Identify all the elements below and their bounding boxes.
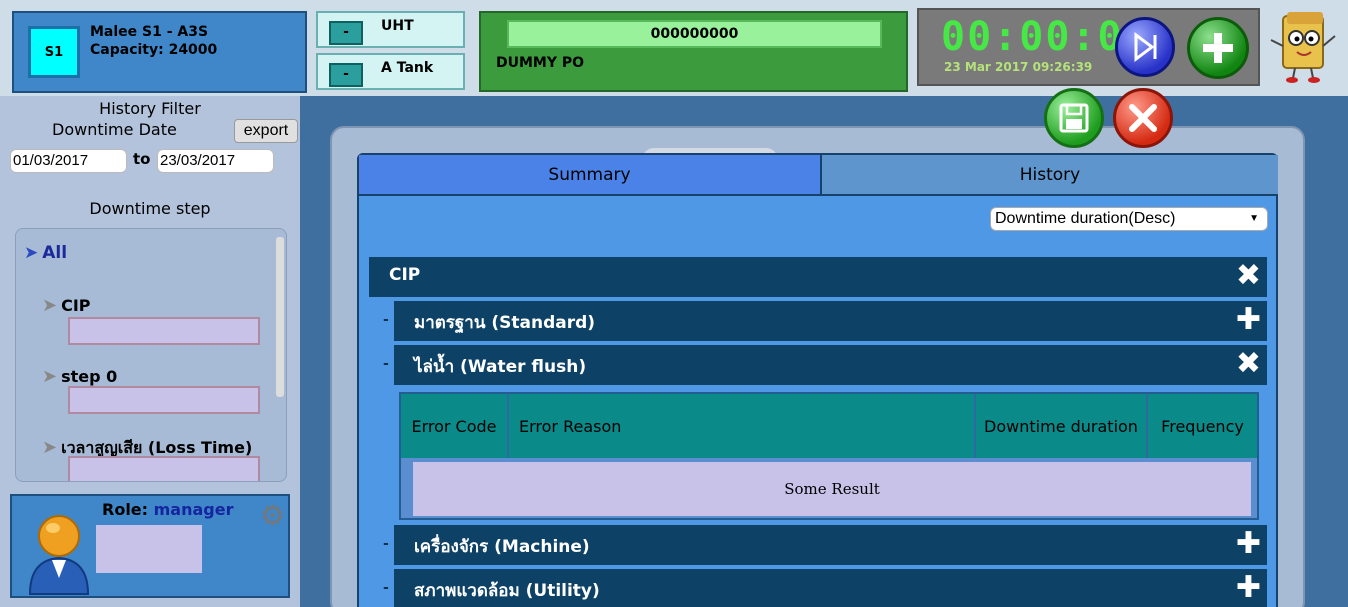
po-label: DUMMY PO <box>496 55 585 71</box>
step-item-all[interactable]: ➤ All <box>24 243 67 263</box>
step-label: เวลาสูญเสีย (Loss Time) <box>61 438 253 457</box>
tree-dash: - <box>383 312 389 328</box>
subgroup-title: มาตรฐาน (Standard) <box>414 313 596 333</box>
col-error-reason: Error Reason <box>509 394 976 458</box>
subgroup-title: ไล่น้ำ (Water flush) <box>414 357 587 377</box>
step-progress-bar <box>68 456 260 481</box>
product-box-uht: - UHT <box>316 11 465 48</box>
step-label: All <box>42 243 68 263</box>
save-button[interactable] <box>1044 88 1104 148</box>
expand-plus-icon[interactable]: ✚ <box>1236 529 1261 559</box>
floppy-disk-icon <box>1059 103 1089 133</box>
sort-select[interactable]: Downtime duration(Desc) ▼ <box>990 207 1268 231</box>
gear-icon[interactable]: ⚙ <box>260 499 285 532</box>
cancel-button[interactable] <box>1113 88 1173 148</box>
sort-select-value: Downtime duration(Desc) <box>995 210 1176 227</box>
date-from-input[interactable]: 01/03/2017 <box>10 149 127 173</box>
group-header-cip[interactable]: CIP ✖ <box>369 257 1267 297</box>
downtime-step-list: ➤ All ➤ CIP ➤ step 0 ➤ เวลาสูญเสีย (Loss Tim… <box>15 228 287 482</box>
add-button[interactable] <box>1187 17 1249 79</box>
tab-summary[interactable]: Summary <box>359 155 820 196</box>
mascot-logo <box>1270 12 1336 83</box>
remove-tank-button[interactable]: - <box>329 63 363 87</box>
remove-product-button[interactable]: - <box>329 21 363 45</box>
subgroup-standard[interactable]: มาตรฐาน (Standard) ✚ <box>394 301 1267 341</box>
role-label: Role: manager <box>102 500 233 519</box>
plus-icon <box>1203 33 1233 63</box>
chevron-right-icon: ➤ <box>24 243 39 263</box>
machine-capacity: Capacity: 24000 <box>90 42 218 58</box>
subgroup-water-flush[interactable]: ไล่น้ำ (Water flush) ✖ <box>394 345 1267 385</box>
tree-dash: - <box>383 356 389 372</box>
line-badge: S1 <box>28 26 80 78</box>
user-role-panel: Role: manager ⚙ <box>10 494 290 598</box>
chevron-right-icon: ➤ <box>42 366 58 387</box>
collapse-x-icon[interactable]: ✖ <box>1236 349 1261 379</box>
product-box-tank: - A Tank <box>316 53 465 90</box>
date-to-label: to <box>133 150 151 168</box>
main-area: Summary History Downtime duration(Desc) … <box>300 88 1348 607</box>
step-progress-bar <box>68 317 260 345</box>
sidebar: History Filter Downtime Date export 01/0… <box>0 96 300 607</box>
subgroup-utility[interactable]: สภาพแวดล้อม (Utility) ✚ <box>394 569 1267 607</box>
machine-name: Malee S1 - A3S <box>90 24 209 40</box>
user-avatar-icon <box>28 515 90 595</box>
clock-panel: 00:00:08 23 Mar 2017 09:26:39 <box>917 8 1260 86</box>
downtime-date-title: Downtime Date <box>52 120 177 139</box>
tree-dash: - <box>383 580 389 596</box>
tab-history[interactable]: History <box>820 155 1278 196</box>
step-label: CIP <box>61 296 91 315</box>
step-item-step-0[interactable]: ➤ step 0 <box>42 366 117 387</box>
product-label: UHT <box>381 18 414 34</box>
top-bar: S1 Malee S1 - A3S Capacity: 24000 - UHT … <box>0 0 1348 96</box>
col-error-code: Error Code <box>401 394 509 458</box>
role-value: manager <box>153 500 234 519</box>
subgroup-title: สภาพแวดล้อม (Utility) <box>414 581 600 601</box>
dropdown-caret-icon: ▼ <box>1249 213 1259 224</box>
col-frequency: Frequency <box>1148 394 1257 458</box>
step-list-scrollbar[interactable] <box>276 237 284 397</box>
collapse-x-icon[interactable]: ✖ <box>1236 261 1261 291</box>
tree-dash: - <box>383 536 389 552</box>
close-icon <box>1129 104 1157 132</box>
subgroup-title: เครื่องจักร (Machine) <box>414 537 590 557</box>
next-step-button[interactable] <box>1115 17 1175 77</box>
downtime-step-title: Downtime step <box>89 199 211 218</box>
col-downtime-duration: Downtime duration <box>976 394 1148 458</box>
machine-info-panel: S1 Malee S1 - A3S Capacity: 24000 <box>12 11 307 93</box>
po-panel: 000000000 DUMMY PO <box>479 11 908 92</box>
step-label: step 0 <box>61 367 118 386</box>
chevron-right-icon: ➤ <box>42 295 58 316</box>
history-filter-title: History Filter <box>99 99 201 118</box>
step-item-cip[interactable]: ➤ CIP <box>42 295 91 316</box>
expand-plus-icon[interactable]: ✚ <box>1236 573 1261 603</box>
chevron-right-icon: ➤ <box>42 437 58 458</box>
tank-label: A Tank <box>381 60 434 76</box>
table-result-cell: Some Result <box>413 462 1251 516</box>
po-number: 000000000 <box>507 20 882 48</box>
step-progress-bar <box>68 386 260 414</box>
expand-plus-icon[interactable]: ✚ <box>1236 305 1261 335</box>
summary-history-tabs: Summary History Downtime duration(Desc) … <box>357 153 1278 607</box>
date-to-input[interactable]: 23/03/2017 <box>157 149 274 173</box>
group-title: CIP <box>389 265 421 285</box>
export-button[interactable]: export <box>234 119 298 143</box>
error-table: Error Code Error Reason Downtime duratio… <box>399 392 1259 520</box>
skip-next-icon <box>1134 32 1157 62</box>
user-name-field <box>96 525 202 573</box>
subgroup-machine[interactable]: เครื่องจักร (Machine) ✚ <box>394 525 1267 565</box>
role-caption: Role: <box>102 500 149 519</box>
current-datetime: 23 Mar 2017 09:26:39 <box>944 60 1093 74</box>
